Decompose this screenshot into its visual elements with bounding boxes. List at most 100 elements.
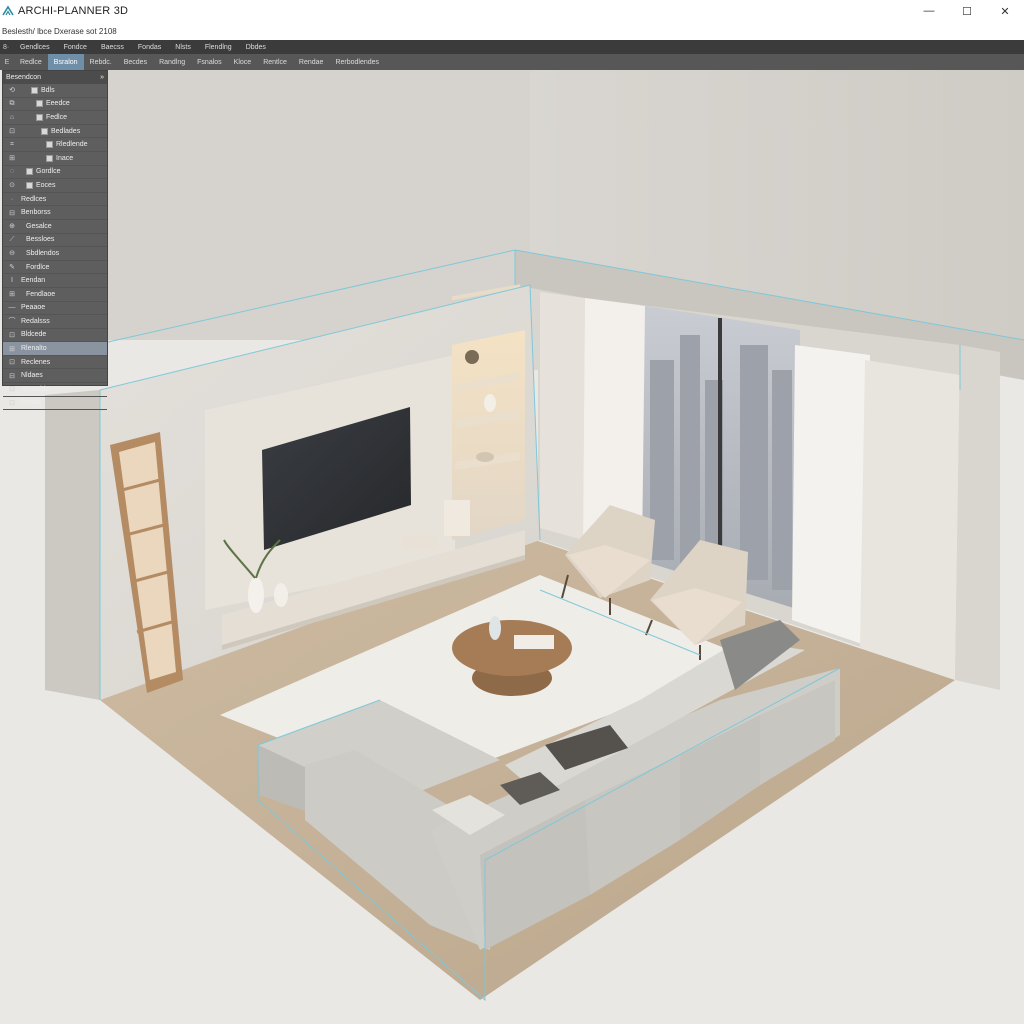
panel-row-label: Sbdlendos <box>26 249 60 257</box>
menu-item-1[interactable]: Fondce <box>57 44 94 51</box>
decor-bowl <box>476 452 494 462</box>
white-vase <box>248 577 264 613</box>
panel-row-label: Eoces <box>36 181 56 189</box>
layer-checkbox[interactable] <box>26 181 33 189</box>
panel-row-icon: ⊡ <box>9 331 15 339</box>
layer-checkbox[interactable] <box>31 86 38 94</box>
decor-vase <box>484 394 496 412</box>
panel-row-label: Fedlce <box>46 113 68 121</box>
panel-row[interactable]: ⊡ Bldcede <box>3 329 107 343</box>
title-bar: ARCHI-PLANNER 3D — ☐ ✕ <box>0 0 1024 22</box>
panel-row-icon: ✎ <box>9 264 15 272</box>
panel-row-icon: ⌗ <box>10 140 14 148</box>
tab-1-active[interactable]: Bsralon <box>47 54 84 70</box>
tab-2[interactable]: Rebdc. <box>84 54 118 70</box>
panel-row-label: Eendan <box>21 277 46 285</box>
layer-checkbox[interactable] <box>36 100 43 108</box>
panel-row[interactable]: ⊡ Rssda <box>3 397 107 411</box>
tab-9[interactable]: Rerbodlendes <box>329 54 385 70</box>
panel-row-label: Reclenes <box>21 358 51 366</box>
panel-row-icon: ⊡ <box>9 359 15 367</box>
app-menu-icon[interactable]: 8· <box>0 44 13 51</box>
app-logo-icon <box>2 5 14 16</box>
panel-row-label: Fordlce <box>26 263 50 271</box>
tab-5[interactable]: Fsnalos <box>191 54 228 70</box>
panel-row-label: Bedlades <box>51 127 81 135</box>
panel-collapse-icon[interactable]: » <box>100 74 104 81</box>
layer-checkbox[interactable] <box>26 168 33 176</box>
layer-checkbox[interactable] <box>36 113 43 121</box>
panel-row[interactable]: ◌ Gordlce <box>3 166 107 180</box>
decor-sculpture <box>465 350 479 364</box>
panel-row[interactable]: ⧉ Eeedce <box>3 98 107 112</box>
close-button[interactable]: ✕ <box>986 0 1024 22</box>
tab-6[interactable]: Kloce <box>228 54 258 70</box>
menu-item-4[interactable]: Nlsts <box>168 44 198 51</box>
tool-tab-bar: E Redlce Bsralon Rebdc. Becdes Randlng F… <box>0 54 1024 70</box>
menu-item-5[interactable]: Flendlng <box>198 44 239 51</box>
tab-8[interactable]: Rendae <box>293 54 330 70</box>
panel-row[interactable]: ⊟ Benborss <box>3 206 107 220</box>
panel-row-label: Rssda <box>21 399 41 407</box>
panel-row-icon: ⊙ <box>9 182 15 190</box>
panel-row[interactable]: — Peaaoe <box>3 302 107 316</box>
panel-row-icon: ⟲ <box>9 87 15 95</box>
panel-row-icon: ⊞ <box>9 155 15 163</box>
panel-row[interactable]: ⊙ Eoces <box>3 179 107 193</box>
3d-viewport[interactable] <box>0 70 1024 1024</box>
panel-row[interactable]: ⊖ Sbdlendos <box>3 247 107 261</box>
menu-item-6[interactable]: Dbdes <box>239 44 273 51</box>
panel-row[interactable]: ⊡ Neroalde <box>3 383 107 397</box>
panel-row-icon: ⊡ <box>9 399 15 407</box>
panel-row[interactable]: ⊡ Bedlades <box>3 125 107 139</box>
panel-row[interactable]: ⊟ Nldaes <box>3 369 107 384</box>
tab-bar-lead-icon[interactable]: E <box>0 59 14 66</box>
panel-row-icon: ⊡ <box>9 128 15 136</box>
panel-row[interactable]: ⌂ Fedlce <box>3 111 107 125</box>
layer-checkbox[interactable] <box>46 154 53 162</box>
tab-3[interactable]: Becdes <box>118 54 153 70</box>
panel-row[interactable]: ⌗ Rledlende <box>3 138 107 152</box>
tab-0[interactable]: Redlce <box>14 54 48 70</box>
panel-row[interactable]: ⊞ Rlenalto <box>3 342 107 356</box>
document-bar: Beslesth/ lbce Dxerase sot 2108 <box>0 22 1024 40</box>
layer-checkbox[interactable] <box>41 127 48 135</box>
panel-row-label: Bdls <box>41 86 55 94</box>
white-vase <box>274 583 288 607</box>
panel-row-label: Eeedce <box>46 100 70 108</box>
panel-row-icon: ⊞ <box>9 291 15 299</box>
panel-row-icon: ⌂ <box>9 113 15 121</box>
menu-item-3[interactable]: Fondas <box>131 44 168 51</box>
panel-header: Besendcon » <box>3 71 107 84</box>
tab-4[interactable]: Randlng <box>153 54 191 70</box>
panel-row[interactable]: I Eendan <box>3 274 107 288</box>
room-render <box>0 70 1024 1024</box>
panel-row-icon: · <box>10 195 14 203</box>
panel-row-label: Fendlaoe <box>26 290 56 298</box>
panel-row[interactable]: ⟋ Bessloes <box>3 234 107 248</box>
panel-row-list: ⟲ Bdls ⧉ Eeedce ⌂ Fedlce ⊡ Bedlades ⌗ Rledlende ⊞ I… <box>3 84 107 411</box>
panel-row-label: Redalsss <box>21 317 50 325</box>
panel-row[interactable]: ⊕ Gesalce <box>3 220 107 234</box>
panel-row[interactable]: ✎ Fordlce <box>3 261 107 275</box>
window-title: ARCHI-PLANNER 3D <box>18 5 129 17</box>
panel-row[interactable]: ⌒ Redalsss <box>3 315 107 329</box>
tab-7[interactable]: Rentlce <box>257 54 293 70</box>
panel-row[interactable]: ⊞ Fendlaoe <box>3 288 107 302</box>
menu-item-0[interactable]: Gendlces <box>13 44 57 51</box>
panel-row-icon: ◌ <box>9 168 15 176</box>
stacked-books <box>402 535 438 549</box>
panel-row-icon: ⌒ <box>8 318 16 326</box>
panel-row[interactable]: ⊞ Inace <box>3 152 107 166</box>
maximize-button[interactable]: ☐ <box>948 0 986 22</box>
panel-row[interactable]: ⟲ Bdls <box>3 84 107 98</box>
panel-row-label: Bessloes <box>26 236 55 244</box>
panel-row-label: Neroalde <box>21 385 50 393</box>
panel-row[interactable]: ⊡ Reclenes <box>3 356 107 370</box>
menu-item-2[interactable]: Baecss <box>94 44 131 51</box>
minimize-button[interactable]: — <box>910 0 948 22</box>
curtain-right <box>860 360 960 680</box>
feature-wall-side <box>45 390 100 700</box>
layer-checkbox[interactable] <box>46 141 53 149</box>
panel-row[interactable]: · Redlces <box>3 193 107 207</box>
